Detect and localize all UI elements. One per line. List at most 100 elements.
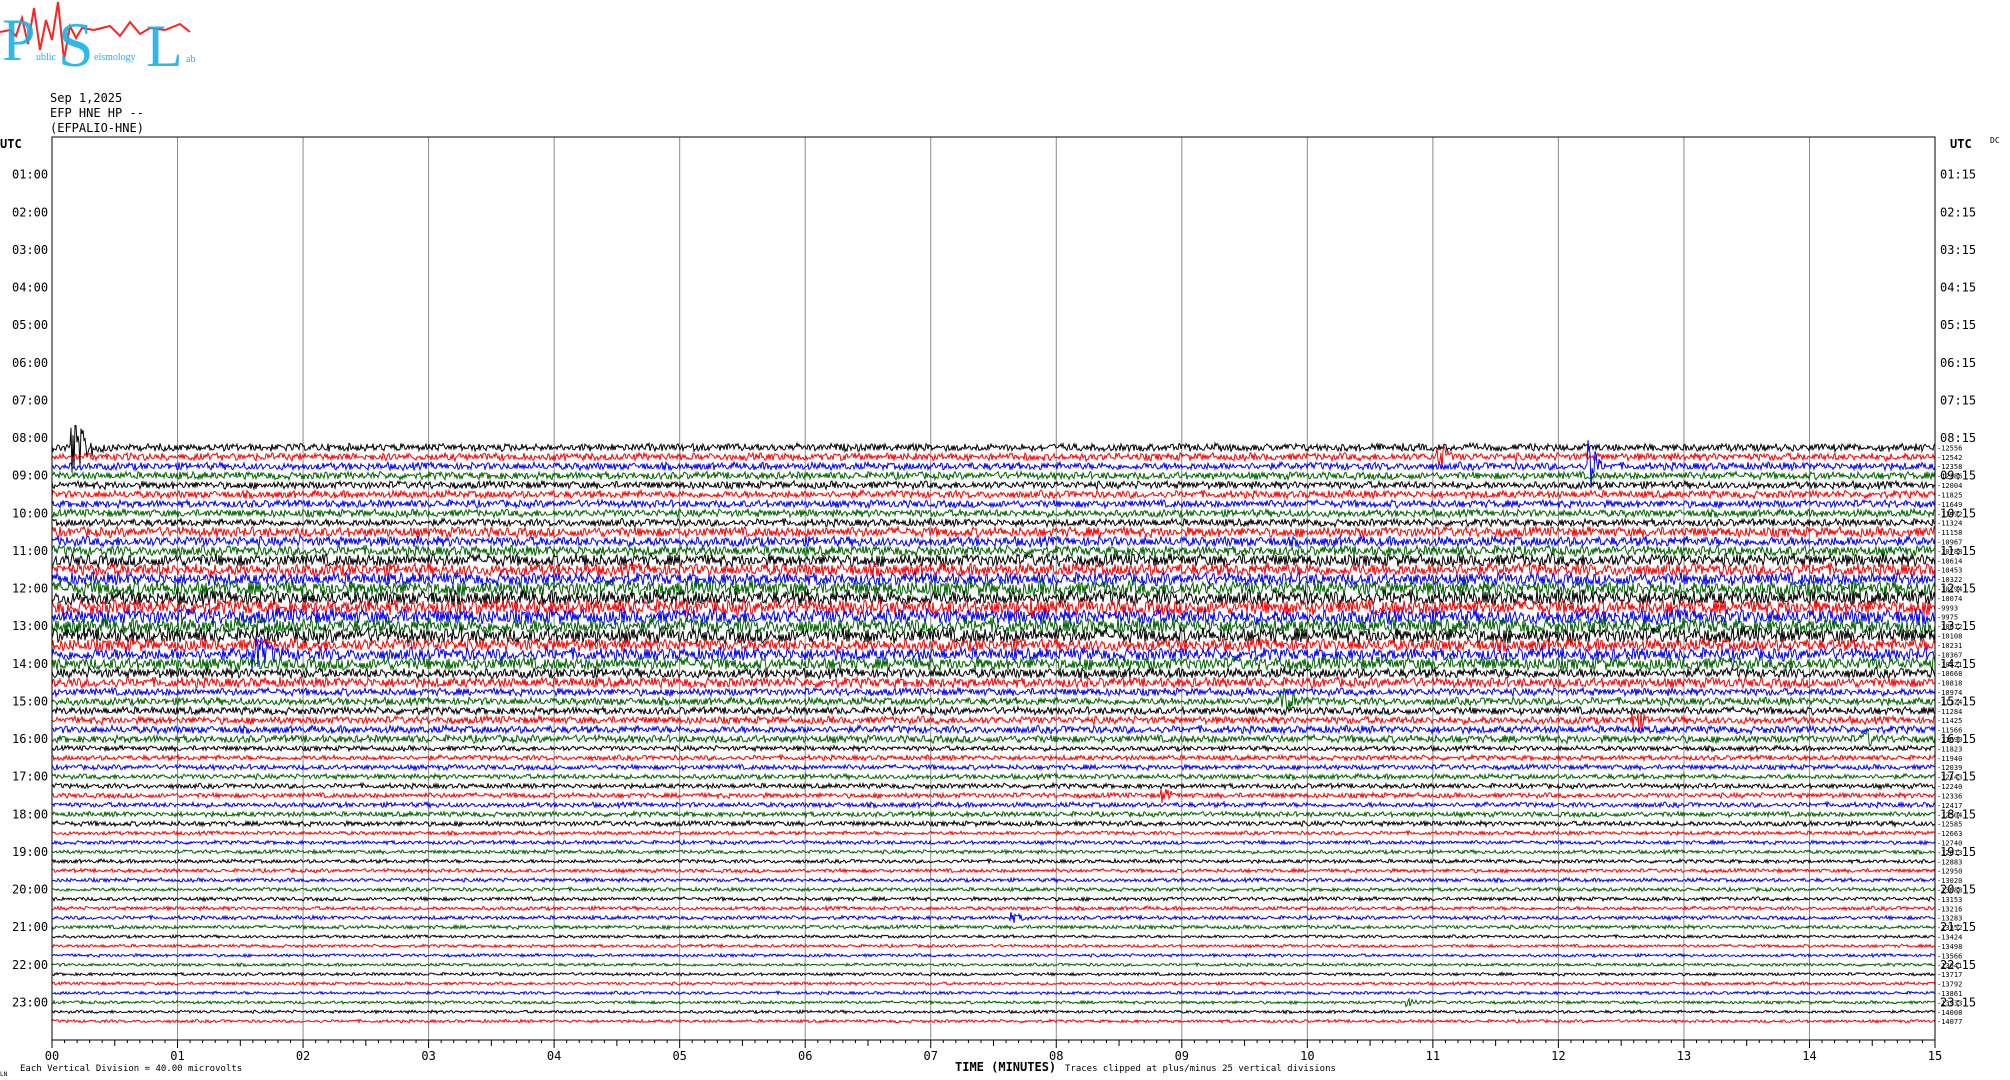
dc-offset-label: -10231 (1937, 642, 1962, 650)
trace-line (51, 688, 1936, 711)
footer-clip-note: Traces clipped at plus/minus 25 vertical… (1065, 1064, 1336, 1074)
trace-line (51, 498, 1936, 510)
dc-offset-label: -11158 (1937, 529, 1962, 537)
left-hour-label: 22:00 (12, 958, 48, 972)
trace-line (51, 516, 1936, 529)
left-hour-label: 07:00 (12, 393, 48, 407)
dc-offset-label: -10614 (1937, 557, 1962, 565)
dc-offset-label: -13020 (1937, 877, 1962, 885)
trace-line (51, 980, 1936, 987)
dc-offset-label: -10074 (1937, 595, 1962, 603)
dc-offset-label: -10967 (1937, 538, 1962, 546)
x-tick-label: 01 (170, 1049, 184, 1063)
dc-offset-label: -12950 (1937, 868, 1962, 876)
x-tick-label: 06 (798, 1049, 812, 1063)
dc-offset-label: -12556 (1937, 444, 1962, 452)
dc-offset-label: -14077 (1937, 1018, 1962, 1026)
helicorder-chart: UTC UTC DC 01:00 02:00 03:00 04:00 05:00 06:0… (0, 136, 2000, 1078)
left-hour-label: 10:00 (12, 506, 48, 520)
dc-offset-label: -13717 (1937, 971, 1962, 979)
x-tick-label: 11 (1426, 1049, 1440, 1063)
trace-line (51, 675, 1936, 690)
dc-offset-label: -9993 (1937, 604, 1958, 612)
dc-offset-label: -13566 (1937, 952, 1962, 960)
left-hour-label: 19:00 (12, 845, 48, 859)
right-hour-label: 03:15 (1940, 243, 1976, 257)
left-hour-label: 17:00 (12, 770, 48, 784)
dc-offset-label: -10194 (1937, 586, 1962, 594)
x-tick-label: 04 (547, 1049, 561, 1063)
dc-offset-label: -12039 (1937, 764, 1962, 772)
left-hour-label: 14:00 (12, 657, 48, 671)
footer-scale-note: Each Vertical Division = 40.00 microvolt… (20, 1064, 242, 1074)
dc-offset-label: -11823 (1937, 745, 1962, 753)
left-hour-label: 06:00 (12, 356, 48, 370)
dc-offset-label: -12336 (1937, 792, 1962, 800)
trace-line (51, 723, 1936, 736)
left-hour-label: 13:00 (12, 619, 48, 633)
trace-line (51, 838, 1936, 847)
dc-offset-label: -11492 (1937, 510, 1962, 518)
left-hour-label: 18:00 (12, 807, 48, 821)
left-hour-label: 01:00 (12, 168, 48, 182)
dc-offset-label: -10788 (1937, 548, 1962, 556)
trace-line (51, 989, 1936, 996)
trace-line (51, 933, 1936, 940)
trace-line (51, 712, 1936, 733)
left-hour-label: 08:00 (12, 431, 48, 445)
x-tick-label: 13 (1677, 1049, 1691, 1063)
left-hour-label: 23:00 (12, 995, 48, 1009)
trace-line (51, 762, 1936, 772)
dc-offset-label: -13153 (1937, 896, 1962, 904)
dc-offset-label: -11690 (1937, 736, 1962, 744)
trace-line (51, 533, 1936, 549)
dc-offset-label: -13498 (1937, 943, 1962, 951)
left-hour-label: 16:00 (12, 732, 48, 746)
x-tick-label: 15 (1928, 1049, 1942, 1063)
dc-offset-label: -13424 (1937, 934, 1962, 942)
trace-line (51, 743, 1936, 754)
trace-line (51, 705, 1936, 717)
right-hour-label: 04:15 (1940, 281, 1976, 295)
dc-offset-label: -11284 (1937, 708, 1962, 716)
dc-offset-label: -12740 (1937, 839, 1962, 847)
dc-offset-labels: -12556 -12542-12358 -12186-12004-11825 -116… (1937, 444, 1962, 1026)
dc-offset-label: -14008 (1937, 1009, 1962, 1017)
right-hour-label: 07:15 (1940, 393, 1976, 407)
right-hour-label: 01:15 (1940, 168, 1976, 182)
x-tick-label: 07 (924, 1049, 938, 1063)
trace-line (51, 866, 1936, 875)
dc-offset-label: -11324 (1937, 520, 1962, 528)
dc-offset-label: -13861 (1937, 990, 1962, 998)
dc-offset-label: -12417 (1937, 802, 1962, 810)
dc-offset-label: -10012 (1937, 623, 1962, 631)
trace-line (51, 829, 1936, 837)
dc-offset-label: -13792 (1937, 981, 1962, 989)
dc-offset-label: -12585 (1937, 821, 1962, 829)
trace-line (51, 970, 1936, 978)
dc-offset-label: -11124 (1937, 698, 1962, 706)
trace-line (51, 923, 1936, 931)
dc-offset-label: -10108 (1937, 633, 1962, 641)
left-hour-label: 21:00 (12, 920, 48, 934)
trace-line (51, 625, 1936, 646)
trace-line (51, 904, 1936, 913)
dc-offset-label: -13641 (1937, 962, 1962, 970)
x-tick-label: 00 (45, 1049, 59, 1063)
trace-line (51, 788, 1936, 803)
right-hour-label: 05:15 (1940, 318, 1976, 332)
trace-line (51, 507, 1936, 520)
dc-offset-label: -11425 (1937, 717, 1962, 725)
trace-line (51, 552, 1936, 569)
dc-offset-label: -11649 (1937, 501, 1962, 509)
dc-offset-label: -13216 (1937, 905, 1962, 913)
dc-offset-label: -10974 (1937, 689, 1962, 697)
trace-line (51, 469, 1936, 482)
dc-offset-label: -12813 (1937, 849, 1962, 857)
trace-line (51, 772, 1936, 782)
dc-offset-label: -9975 (1937, 614, 1958, 622)
dc-offset-label: -12004 (1937, 482, 1962, 490)
dc-offset-label: -11566 (1937, 727, 1962, 735)
corner-mark: LN (0, 1071, 8, 1078)
dc-offset-label: -12240 (1937, 783, 1962, 791)
